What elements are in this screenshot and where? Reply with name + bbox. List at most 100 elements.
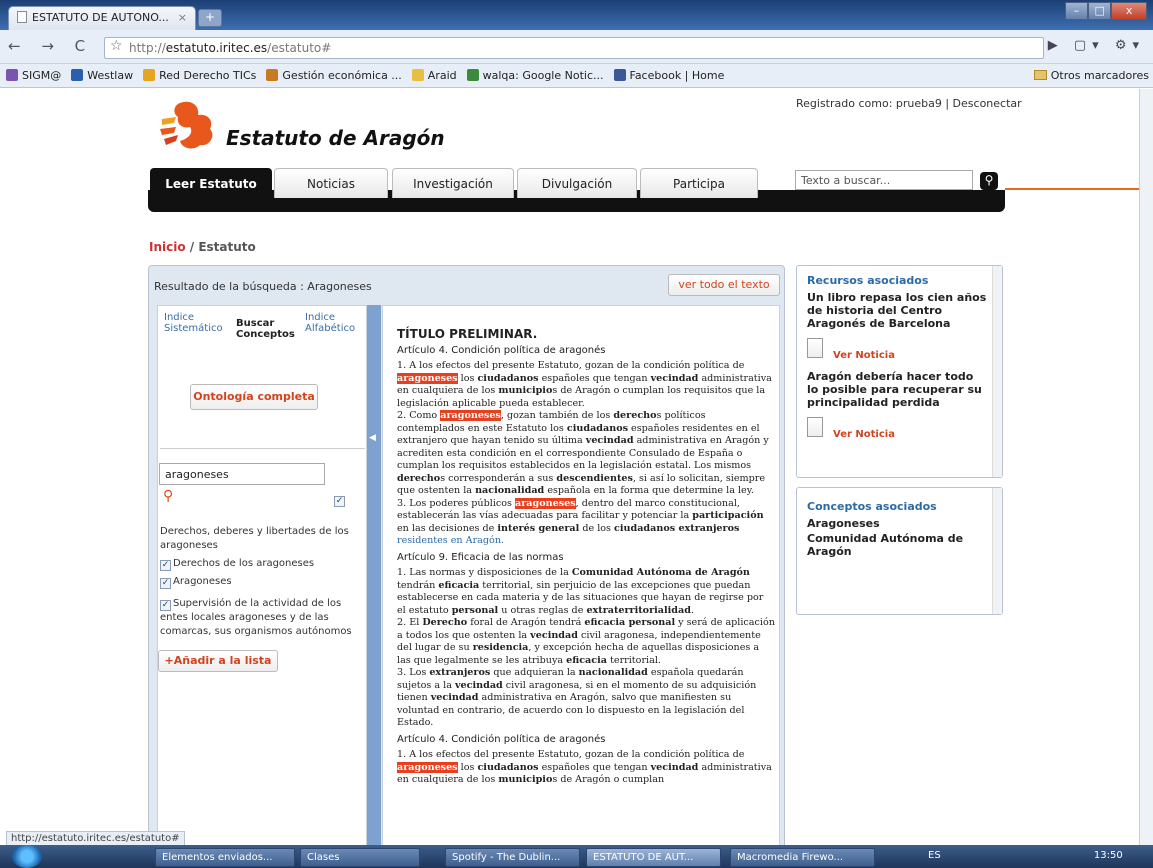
start-button[interactable] (12, 845, 42, 868)
tab-participa[interactable]: Participa (640, 168, 758, 198)
news-title[interactable]: Un libro repasa los cien años de histori… (807, 291, 987, 330)
page-scrollbar[interactable] (1139, 89, 1153, 845)
collapse-arrow-icon[interactable]: ◀ (369, 433, 376, 443)
bookmark-label: Araid (427, 69, 457, 82)
box-scrollbar[interactable] (992, 488, 1002, 614)
breadcrumb-separator: / (185, 240, 199, 254)
site-search-input[interactable]: Texto a buscar... (795, 170, 973, 190)
paragraph: 2. Como aragoneses, gozan también de los… (397, 410, 769, 496)
clock[interactable]: 13:50 (1094, 850, 1123, 861)
ontologia-button[interactable]: Ontología completa (190, 384, 318, 410)
tab-indice-alfabetico[interactable]: Indice Alfabético (305, 312, 355, 334)
taskbar-window[interactable]: Clases (300, 848, 420, 867)
nav-buttons[interactable]: ← → C (8, 37, 93, 55)
tab-noticias[interactable]: Noticias (274, 168, 388, 198)
maximize-icon[interactable]: □ (1088, 2, 1112, 20)
bookmark-icon (266, 69, 279, 81)
concept-item[interactable]: ✓ Aragoneses (160, 575, 365, 589)
concept-label: Derechos de los aragoneses (173, 558, 315, 569)
box-scrollbar[interactable] (992, 266, 1002, 477)
concept-search-icon[interactable]: ⚲ (163, 488, 173, 504)
bookmark-item[interactable]: Westlaw (71, 69, 133, 82)
bookmark-label: Red Derecho TICs (159, 69, 257, 82)
conceptos-title: Conceptos asociados (807, 500, 937, 513)
bookmark-item[interactable]: SIGM@ (6, 69, 61, 82)
tab-buscar-conceptos[interactable]: Buscar Conceptos (236, 318, 295, 340)
concept-label: Supervisión de la actividad de los entes… (160, 598, 352, 637)
conceptos-box: Conceptos asociados Aragoneses Comunidad… (796, 487, 1003, 615)
url-path: /estatuto# (267, 41, 332, 55)
login-status[interactable]: Registrado como: prueba9 | Desconectar (796, 97, 1022, 110)
concept-label: Aragoneses (173, 576, 232, 587)
other-bookmarks[interactable]: Otros marcadores (1033, 69, 1149, 82)
tab-title: ESTATUTO DE AUTONO... (32, 11, 169, 24)
tab-close-icon[interactable]: × (178, 11, 187, 24)
news-title[interactable]: Aragón debería hacer todo lo posible par… (807, 370, 987, 409)
divider (160, 448, 365, 449)
document-icon (807, 417, 823, 437)
site-logo (160, 101, 213, 149)
toolbar-menu-icons[interactable]: ▶ ▢▾ ⚙▾ (1048, 38, 1145, 53)
taskbar-window[interactable]: Spotify - The Dublin... (445, 848, 580, 867)
taskbar-window[interactable]: Elementos enviados... (155, 848, 295, 867)
bookmark-label: Gestión económica ... (282, 69, 402, 82)
status-bar-url: http://estatuto.iritec.es/estatuto# (6, 831, 185, 846)
browser-tab[interactable]: ESTATUTO DE AUTONO... × (8, 6, 196, 30)
paragraph: 1. A los efectos del presente Estatuto, … (397, 360, 772, 409)
ver-noticia-link[interactable]: Ver Noticia (833, 350, 895, 361)
minimize-icon[interactable]: – (1065, 2, 1089, 20)
statute-text: TÍTULO PRELIMINAR. Artículo 4. Condición… (397, 328, 775, 787)
checkbox[interactable]: ✓ (160, 578, 171, 589)
ver-todo-button[interactable]: ver todo el texto (668, 274, 780, 296)
paragraph: 3. Los extranjeros que adquieran la naci… (397, 667, 757, 728)
bookmark-item[interactable]: Red Derecho TICs (143, 69, 256, 82)
article-title: Artículo 4. Condición política de aragon… (397, 733, 606, 745)
article-title: Artículo 4. Condición política de aragon… (397, 344, 606, 356)
bookmark-icon (466, 69, 479, 81)
concept-search-input[interactable]: aragoneses (159, 463, 325, 485)
article-title: Artículo 9. Eficacia de las normas (397, 551, 564, 563)
ver-noticia-link[interactable]: Ver Noticia (833, 429, 895, 440)
bookmark-label: Facebook | Home (629, 69, 725, 82)
bookmark-star-icon[interactable]: ☆ (110, 38, 123, 54)
search-icon[interactable]: ⚲ (980, 172, 998, 190)
taskbar-window[interactable]: ESTATUTO DE AUT... (586, 848, 721, 867)
bookmark-item[interactable]: Gestión económica ... (266, 69, 402, 82)
checkbox[interactable]: ✓ (160, 560, 171, 571)
statute-text-column: TÍTULO PRELIMINAR. Artículo 4. Condición… (382, 305, 780, 850)
concept-item[interactable]: ✓ Supervisión de la actividad de los ente… (160, 597, 365, 639)
select-all-checkbox[interactable]: ✓ (334, 492, 347, 507)
address-bar[interactable]: http://estatuto.iritec.es/estatuto# (104, 37, 1044, 59)
bookmark-item[interactable]: Araid (411, 69, 457, 82)
tab-leer-estatuto[interactable]: Leer Estatuto (150, 168, 272, 202)
bookmark-item[interactable]: Facebook | Home (613, 69, 725, 82)
accent-line (1005, 188, 1139, 190)
tab-divulgacion[interactable]: Divulgación (517, 168, 637, 198)
paragraph: 2. El Derecho foral de Aragón tendrá efi… (397, 617, 775, 666)
bookmark-label: Westlaw (87, 69, 134, 82)
text-heading: TÍTULO PRELIMINAR. (397, 327, 538, 341)
add-to-list-button[interactable]: +Añadir a la lista (158, 650, 278, 672)
bookmark-item[interactable]: walqa: Google Notic... (466, 69, 604, 82)
bookmark-icon (411, 69, 424, 81)
breadcrumb-home[interactable]: Inicio (149, 240, 186, 254)
language-indicator[interactable]: ES (928, 850, 941, 861)
concept-item[interactable]: ✓ Derechos de los aragoneses (160, 557, 365, 571)
system-tray: ES 13:50 (928, 850, 1123, 861)
recursos-title: Recursos asociados (807, 274, 929, 287)
close-icon[interactable]: x (1111, 2, 1147, 20)
concepto-link[interactable]: Comunidad Autónoma de Aragón (807, 532, 987, 558)
panel-splitter[interactable]: ◀ (367, 305, 381, 850)
tab-investigacion[interactable]: Investigación (392, 168, 514, 198)
new-tab-button[interactable]: + (198, 9, 222, 27)
url-host: estatuto.iritec.es (165, 41, 268, 55)
taskbar-window[interactable]: Macromedia Firewo... (730, 848, 875, 867)
document-icon (807, 338, 823, 358)
concepto-link[interactable]: Aragoneses (807, 517, 987, 530)
bookmark-label: walqa: Google Notic... (482, 69, 604, 82)
checkbox[interactable]: ✓ (160, 600, 171, 611)
site-title[interactable]: Estatuto de Aragón (226, 126, 445, 150)
bookmark-icon (6, 69, 18, 81)
tab-indice-sistematico[interactable]: Indice Sistemático (164, 312, 223, 334)
recursos-box: Recursos asociados Un libro repasa los c… (796, 265, 1003, 478)
